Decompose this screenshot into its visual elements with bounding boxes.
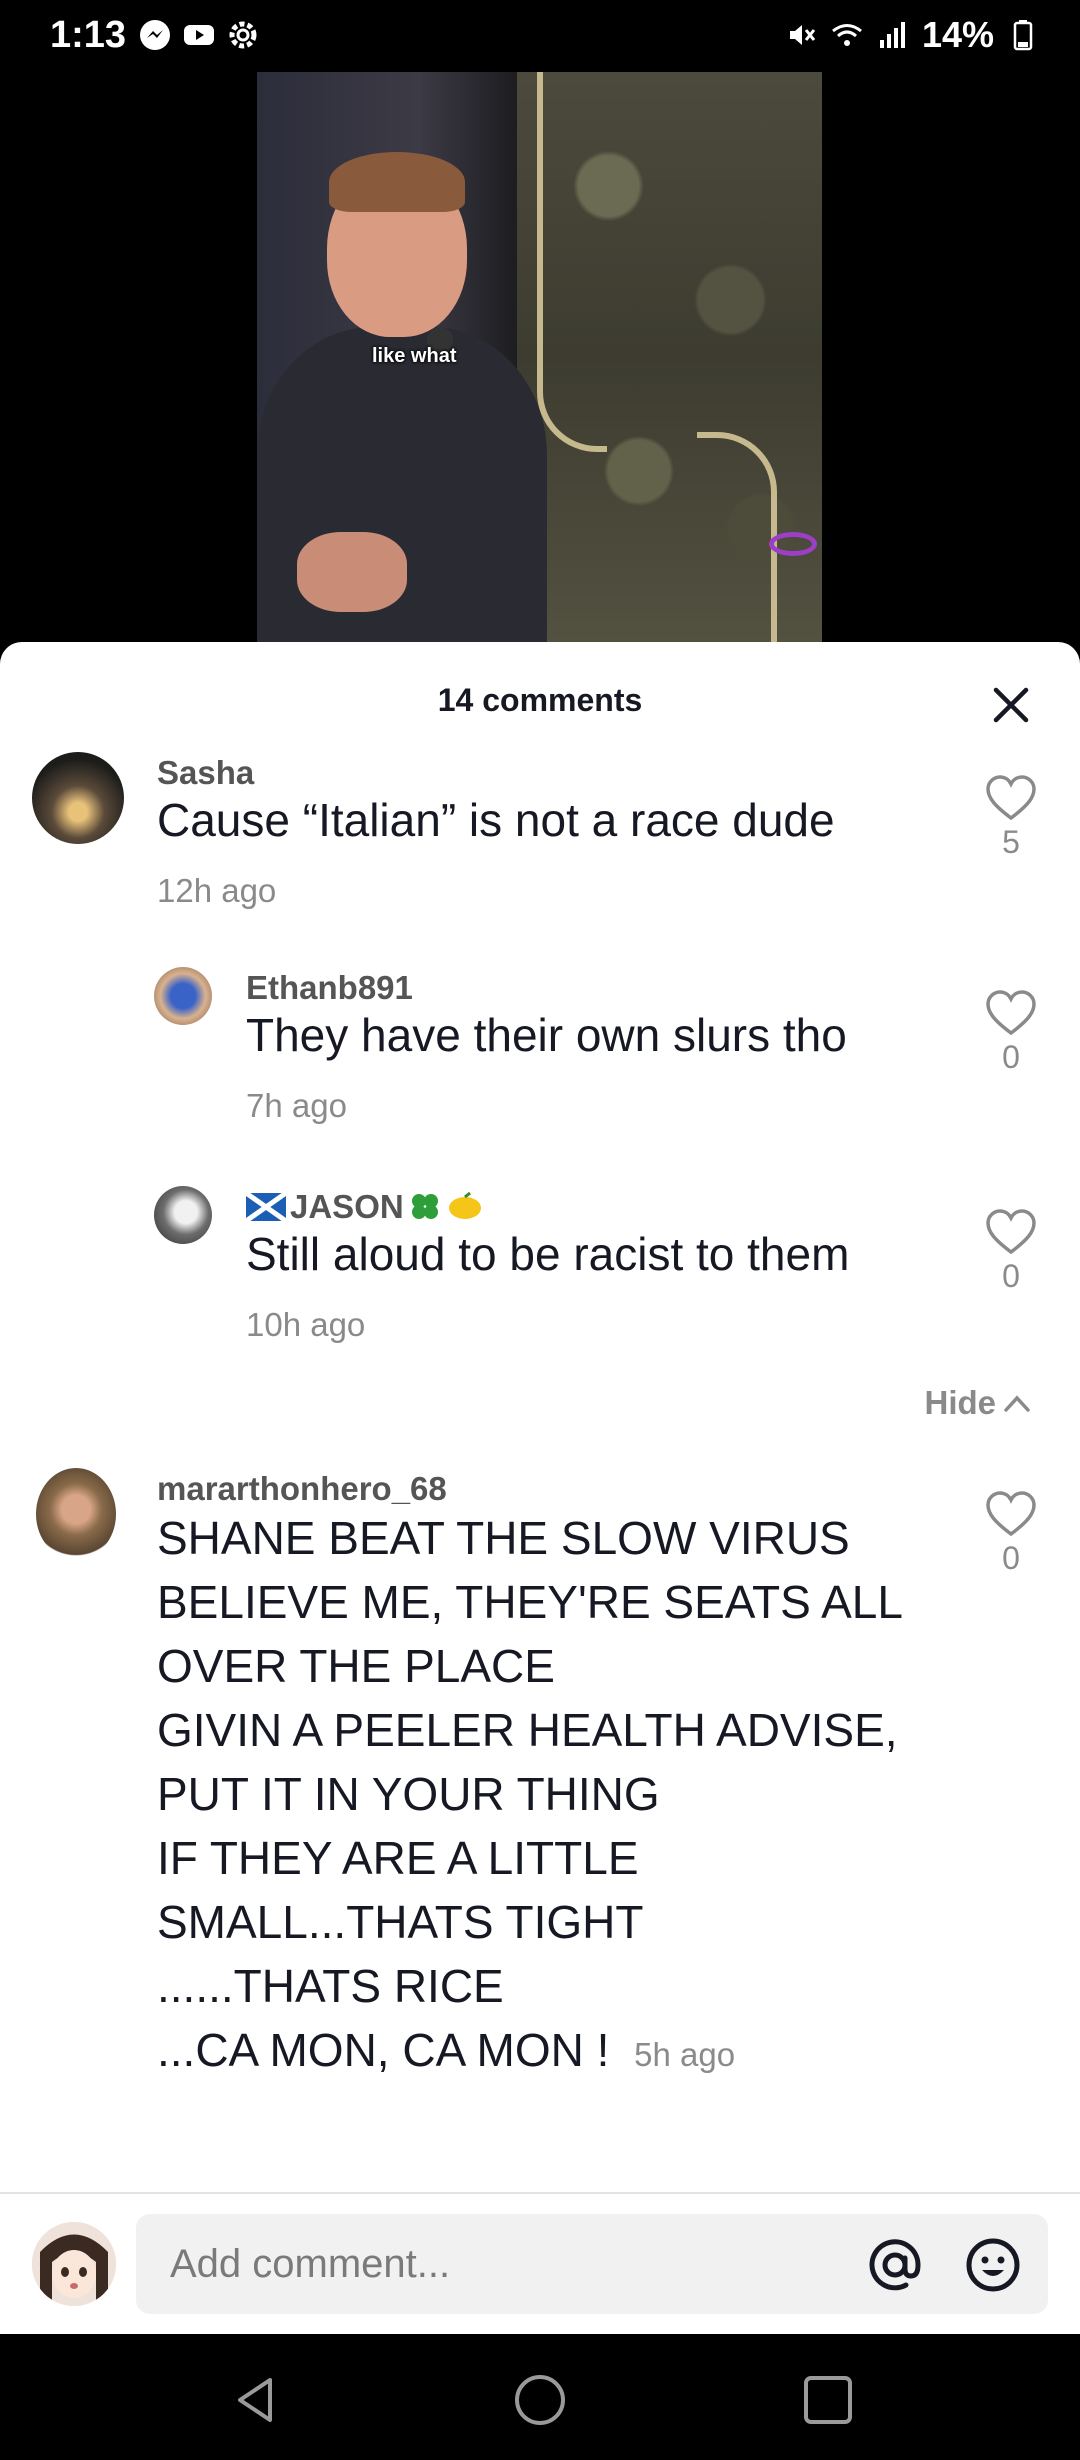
wifi-icon: [832, 24, 862, 46]
battery-percent: 14%: [921, 14, 994, 55]
video-frame[interactable]: like what: [257, 72, 822, 642]
battery-icon: [1013, 20, 1033, 51]
comment-time: 10h ago: [246, 1306, 366, 1343]
comment-text-line: SMALL...THATS TIGHT: [157, 1896, 644, 1948]
comment-item: mararthonhero_68 SHANE BEAT THE SLOW VIR…: [0, 1468, 1080, 2088]
hide-replies-button[interactable]: Hide: [924, 1384, 1032, 1422]
mention-icon[interactable]: [866, 2236, 924, 2294]
close-icon[interactable]: [988, 682, 1034, 728]
comment-username[interactable]: Ethanb891: [246, 969, 413, 1007]
home-icon[interactable]: [512, 2372, 568, 2428]
anime-avatar-icon: [32, 2222, 116, 2306]
comments-sheet: 14 comments Sasha Cause “Italian” is not…: [0, 642, 1080, 2334]
comment-text-line: OVER THE PLACE: [157, 1640, 555, 1692]
comment-username[interactable]: mararthonhero_68: [157, 1470, 447, 1508]
purple-ring: [769, 532, 817, 556]
like-button[interactable]: 0: [981, 989, 1041, 1076]
comment-text-line: SHANE BEAT THE SLOW VIRUS: [157, 1512, 850, 1564]
heart-icon: [986, 1209, 1036, 1255]
avatar[interactable]: [32, 752, 124, 844]
tube-right: [697, 432, 777, 642]
lemon-icon: [448, 1192, 481, 1219]
comment-input-bar: Add comment...: [0, 2192, 1080, 2334]
heart-icon: [986, 775, 1036, 821]
like-count: 5: [1002, 824, 1020, 860]
youtube-icon: [184, 25, 214, 45]
comment-input[interactable]: Add comment...: [136, 2214, 1048, 2314]
comment-text-last-line: ...CA MON, CA MON ! 5h ago: [157, 2018, 903, 2087]
comment-time: 7h ago: [246, 1087, 347, 1124]
comment-text-line: GIVIN A PEELER HEALTH ADVISE,: [157, 1704, 898, 1756]
recents-icon[interactable]: [800, 2372, 856, 2428]
avatar[interactable]: [36, 1468, 116, 1560]
emoji-icon[interactable]: [964, 2236, 1022, 2294]
reply-item: Ethanb891 They have their own slurs tho …: [0, 967, 1080, 1167]
messenger-icon: [140, 20, 170, 50]
comment-text-line: IF THEY ARE A LITTLE: [157, 1832, 639, 1884]
mute-icon: [789, 25, 816, 45]
comments-title: 14 comments: [437, 682, 643, 718]
settings-icon: [229, 21, 257, 49]
clover-icon: [411, 1194, 438, 1219]
like-button[interactable]: 5: [981, 774, 1041, 861]
comment-text-line: ......THATS RICE: [157, 1960, 504, 2012]
hide-label: Hide: [924, 1384, 996, 1421]
comment-text-line: BELIEVE ME, THEY'RE SEATS ALL: [157, 1576, 903, 1628]
comment-item: Sasha Cause “Italian” is not a race dude…: [0, 752, 1080, 952]
heart-icon: [986, 990, 1036, 1036]
comment-text-line: PUT IT IN YOUR THING: [157, 1768, 660, 1820]
comment-text-line: ...CA MON, CA MON !: [157, 2024, 610, 2076]
comment-input-placeholder: Add comment...: [170, 2242, 451, 2286]
status-time: 1:13: [50, 14, 127, 56]
signal-icon: [879, 22, 905, 48]
like-count: 0: [1002, 1258, 1020, 1294]
comment-time: 12h ago: [157, 872, 277, 909]
comment-text: Still aloud to be racist to them: [246, 1228, 850, 1280]
like-button[interactable]: 0: [981, 1208, 1041, 1295]
comedian-hand: [297, 532, 407, 612]
comment-time: 5h ago: [634, 2036, 736, 2073]
my-avatar[interactable]: [32, 2222, 116, 2306]
comment-text: SHANE BEAT THE SLOW VIRUS BELIEVE ME, TH…: [157, 1506, 903, 2087]
heart-icon: [986, 1491, 1036, 1537]
video-caption: like what: [372, 345, 457, 367]
system-nav-bar: [0, 2334, 1080, 2460]
status-icons-left: [138, 18, 260, 52]
avatar[interactable]: [154, 1186, 212, 1244]
comment-username[interactable]: JASON: [246, 1188, 484, 1226]
like-count: 0: [1002, 1039, 1020, 1075]
comment-username-text: JASON: [290, 1188, 404, 1225]
video-player[interactable]: like what: [0, 72, 1080, 642]
like-count: 0: [1002, 1540, 1020, 1576]
reply-item: JASON Still aloud to be racist to them 1…: [0, 1186, 1080, 1386]
tube-left: [537, 72, 607, 452]
comment-username[interactable]: Sasha: [157, 754, 254, 792]
status-icons-right: 14%: [784, 14, 1040, 56]
back-icon[interactable]: [228, 2372, 284, 2428]
avatar[interactable]: [154, 967, 212, 1025]
comment-text: Cause “Italian” is not a race dude: [157, 794, 835, 846]
comedian-hair: [329, 152, 465, 212]
chevron-up-icon: [1004, 1395, 1030, 1412]
status-bar: 1:13 14%: [0, 0, 1080, 72]
scotland-flag-icon: [246, 1193, 286, 1221]
comment-text: They have their own slurs tho: [246, 1009, 847, 1061]
like-button[interactable]: 0: [981, 1490, 1041, 1577]
